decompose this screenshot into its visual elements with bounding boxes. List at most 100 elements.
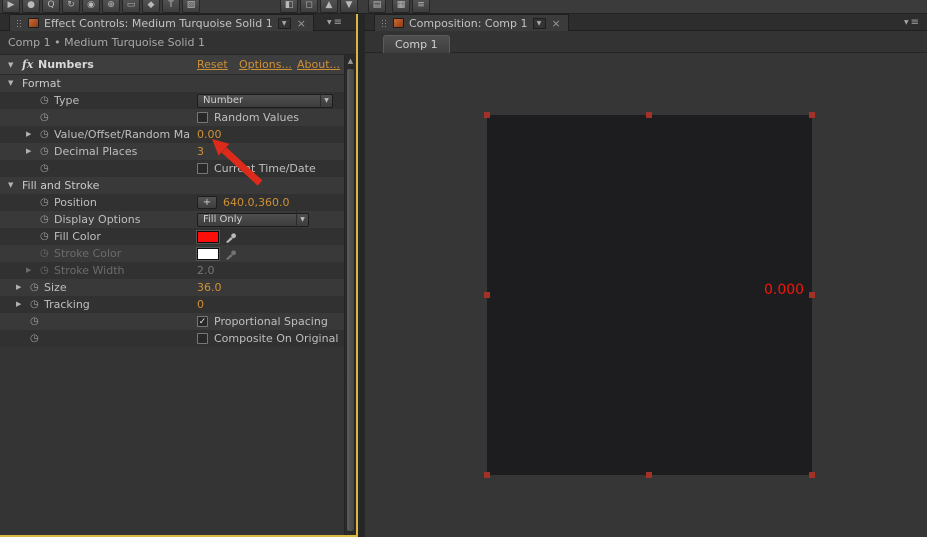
twirl-right-icon[interactable]: ▶ [16, 296, 21, 313]
composition-viewer[interactable]: 0.000 [365, 53, 927, 537]
row-fill-and-stroke-group[interactable]: ▼ Fill and Stroke [0, 177, 344, 194]
viewer-tab-comp-1[interactable]: Comp 1 [383, 35, 450, 53]
scrollbar-thumb[interactable] [346, 68, 355, 532]
type-dropdown[interactable]: Number ▼ [197, 94, 333, 108]
twirl-right-icon[interactable]: ▶ [16, 279, 21, 296]
layer-handle[interactable] [484, 112, 490, 118]
solid-layer[interactable]: 0.000 [487, 115, 812, 475]
dropdown-value: Number [198, 92, 320, 109]
tab-effect-controls[interactable]: Effect Controls: Medium Turquoise Solid … [9, 14, 314, 31]
stopwatch-icon[interactable]: ◷ [40, 245, 49, 262]
row-format-group[interactable]: ▼ Format [0, 75, 344, 92]
panel-menu-button[interactable]: ▼ ≡ [904, 16, 919, 29]
decimal-places-value[interactable]: 3 [197, 143, 204, 160]
chevron-down-icon: ▼ [320, 92, 332, 109]
position-value[interactable]: 640.0,360.0 [223, 194, 289, 211]
close-icon[interactable]: × [296, 18, 307, 29]
point-picker-icon[interactable]: + [197, 196, 217, 209]
options-link[interactable]: Options... [239, 55, 292, 75]
layer-handle[interactable] [809, 112, 815, 118]
stopwatch-icon[interactable]: ◷ [30, 313, 39, 330]
eraser-tool[interactable]: ◻ [300, 0, 318, 13]
twirl-right-icon[interactable]: ▶ [26, 126, 31, 143]
layer-handle[interactable] [484, 292, 490, 298]
menu-button[interactable]: ≡ [412, 0, 430, 13]
proportional-spacing-checkbox[interactable]: ✓ [197, 316, 208, 327]
twirl-right-icon[interactable]: ▶ [26, 143, 31, 160]
clone-stamp-tool[interactable]: ◧ [280, 0, 298, 13]
property-label: Tracking [44, 296, 195, 313]
layer-handle[interactable] [484, 472, 490, 478]
camera-tool[interactable]: ◉ [82, 0, 100, 13]
layer-handle[interactable] [809, 472, 815, 478]
stopwatch-icon[interactable]: ◷ [40, 143, 49, 160]
puppet-pin-tool[interactable]: ▼ [340, 0, 358, 13]
panel-menu-button[interactable]: ▼ ≡ [327, 16, 342, 29]
stopwatch-icon[interactable]: ◷ [40, 109, 49, 126]
chevron-down-icon[interactable]: ▼ [278, 18, 291, 29]
effect-controls-panel: Effect Controls: Medium Turquoise Solid … [0, 14, 358, 537]
stopwatch-icon[interactable]: ◷ [40, 211, 49, 228]
random-values-checkbox[interactable] [197, 112, 208, 123]
tracking-value[interactable]: 0 [197, 296, 204, 313]
row-composite-on-original: ◷ Composite On Original [0, 330, 344, 347]
fill-color-swatch[interactable] [197, 231, 219, 243]
pan-behind-tool[interactable]: ⊕ [102, 0, 120, 13]
panel-grip-icon [381, 19, 388, 28]
layer-handle[interactable] [809, 292, 815, 298]
composite-on-original-checkbox[interactable] [197, 333, 208, 344]
about-link[interactable]: About... [297, 55, 340, 75]
stopwatch-icon[interactable]: ◷ [40, 228, 49, 245]
fx-icon[interactable]: fx [22, 55, 33, 75]
size-value[interactable]: 36.0 [197, 279, 222, 296]
stopwatch-icon[interactable]: ◷ [40, 262, 49, 279]
row-stroke-color: ◷ Stroke Color [0, 245, 344, 262]
property-label: Type [54, 92, 196, 109]
stopwatch-icon[interactable]: ◷ [30, 330, 39, 347]
chevron-down-icon[interactable]: ▼ [533, 18, 546, 29]
brush-tool[interactable]: ▨ [182, 0, 200, 13]
twirl-right-icon[interactable]: ▶ [26, 262, 31, 279]
pen-tool[interactable]: ◆ [142, 0, 160, 13]
stroke-color-swatch[interactable] [197, 248, 219, 260]
current-time-date-checkbox[interactable] [197, 163, 208, 174]
stroke-width-value: 2.0 [197, 262, 215, 279]
scroll-up-icon[interactable]: ▲ [345, 55, 356, 67]
close-icon[interactable]: × [551, 18, 562, 29]
display-options-dropdown[interactable]: Fill Only ▼ [197, 213, 309, 227]
effect-header: ▼ fx Numbers Reset Options... About... [0, 55, 356, 75]
grid-guides-button[interactable]: ▦ [392, 0, 410, 13]
row-position: ◷ Position + 640.0,360.0 [0, 194, 344, 211]
type-tool[interactable]: T [162, 0, 180, 13]
checkbox-label: Proportional Spacing [214, 313, 328, 330]
checkbox-label: Random Values [214, 109, 299, 126]
reset-link[interactable]: Reset [197, 55, 228, 75]
rotation-tool[interactable]: ↻ [62, 0, 80, 13]
twirl-down-icon[interactable]: ▼ [8, 177, 13, 194]
effect-controls-tabbar: Effect Controls: Medium Turquoise Solid … [0, 14, 356, 31]
vertical-scrollbar[interactable]: ▲ [344, 55, 356, 535]
twirl-down-icon[interactable]: ▼ [8, 75, 13, 92]
selection-tool[interactable]: ▶ [2, 0, 20, 13]
zoom-tool[interactable]: Q [42, 0, 60, 13]
layer-handle[interactable] [646, 112, 652, 118]
property-label: Value/Offset/Random Ma [54, 126, 196, 143]
stopwatch-icon[interactable]: ◷ [40, 160, 49, 177]
roto-brush-tool[interactable]: ▲ [320, 0, 338, 13]
stopwatch-icon[interactable]: ◷ [30, 279, 39, 296]
twirl-down-icon[interactable]: ▼ [8, 55, 13, 75]
stopwatch-icon[interactable]: ◷ [30, 296, 39, 313]
top-toolbar: ▶ ● Q ↻ ◉ ⊕ ▭ ◆ T ▨ ◧ ◻ ▲ ▼ ▤ ▦ ≡ [0, 0, 927, 14]
workspace-button[interactable]: ▤ [368, 0, 386, 13]
stopwatch-icon[interactable]: ◷ [40, 92, 49, 109]
property-label: Display Options [54, 211, 196, 228]
tab-composition[interactable]: Composition: Comp 1 ▼ × [374, 14, 569, 31]
stopwatch-icon[interactable]: ◷ [40, 194, 49, 211]
stopwatch-icon[interactable]: ◷ [40, 126, 49, 143]
row-type: ◷ Type Number ▼ [0, 92, 344, 109]
value-offset-value[interactable]: 0.00 [197, 126, 222, 143]
layer-handle[interactable] [646, 472, 652, 478]
hand-tool[interactable]: ● [22, 0, 40, 13]
eyedropper-icon[interactable] [225, 231, 237, 243]
mask-shape-tool[interactable]: ▭ [122, 0, 140, 13]
